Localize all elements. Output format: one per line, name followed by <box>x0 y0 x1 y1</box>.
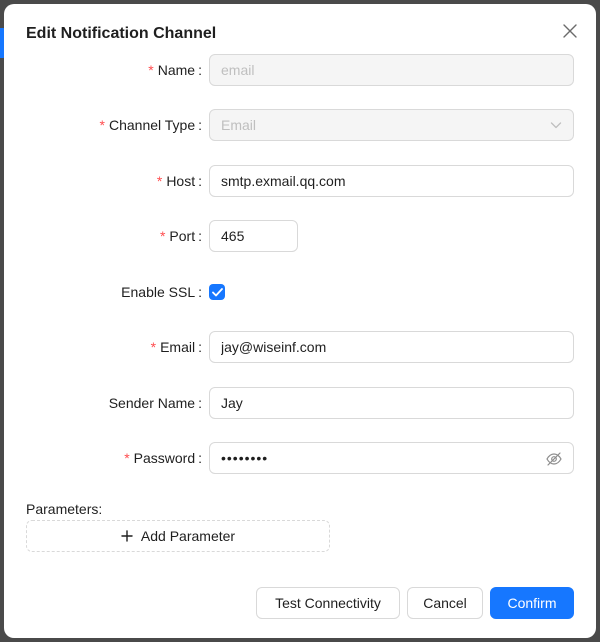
host-row: * Host: <box>4 165 596 197</box>
sender-name-label: Sender Name: <box>108 395 202 411</box>
name-input[interactable] <box>209 54 574 86</box>
test-connectivity-button[interactable]: Test Connectivity <box>256 587 400 619</box>
host-input[interactable] <box>209 165 574 197</box>
chevron-down-icon <box>550 122 562 129</box>
close-icon <box>563 24 577 38</box>
confirm-button[interactable]: Confirm <box>490 587 574 619</box>
enable-ssl-label: Enable SSL: <box>121 284 202 300</box>
host-label: * Host: <box>156 173 202 189</box>
channel-type-label: * Channel Type: <box>99 117 202 133</box>
name-row: * Name: <box>4 54 596 86</box>
port-label: * Port: <box>159 228 202 244</box>
sender-name-input[interactable] <box>209 387 574 419</box>
enable-ssl-checkbox[interactable] <box>209 284 225 300</box>
channel-type-row: * Channel Type: Email <box>4 109 596 141</box>
add-parameter-label: Add Parameter <box>140 528 236 544</box>
port-row: * Port: <box>4 220 596 252</box>
checkmark-icon <box>211 287 223 296</box>
cancel-button[interactable]: Cancel <box>407 587 483 619</box>
channel-type-value: Email <box>221 117 257 133</box>
port-input[interactable] <box>209 220 298 252</box>
eye-invisible-icon[interactable] <box>545 450 563 468</box>
password-label: * Password: <box>124 450 202 466</box>
dialog-title: Edit Notification Channel <box>26 25 217 42</box>
enable-ssl-row: Enable SSL: <box>4 276 596 308</box>
parameters-label: Parameters: <box>26 501 103 517</box>
email-row: * Email: <box>4 331 596 363</box>
password-row: * Password: •••••••• <box>4 442 596 474</box>
email-input[interactable] <box>209 331 574 363</box>
edit-channel-dialog: Edit Notification Channel *Name: *Channe… <box>4 4 596 638</box>
password-value: •••••••• <box>221 450 269 466</box>
sender-name-row: Sender Name: <box>4 387 596 419</box>
email-label: * Email: <box>150 339 202 355</box>
close-button[interactable] <box>560 21 580 41</box>
channel-type-select[interactable]: Email <box>209 109 574 141</box>
name-label: * Name: <box>148 62 202 78</box>
add-parameter-button[interactable]: Add Parameter <box>26 520 330 552</box>
password-input[interactable]: •••••••• <box>209 442 574 474</box>
plus-icon <box>121 530 133 542</box>
